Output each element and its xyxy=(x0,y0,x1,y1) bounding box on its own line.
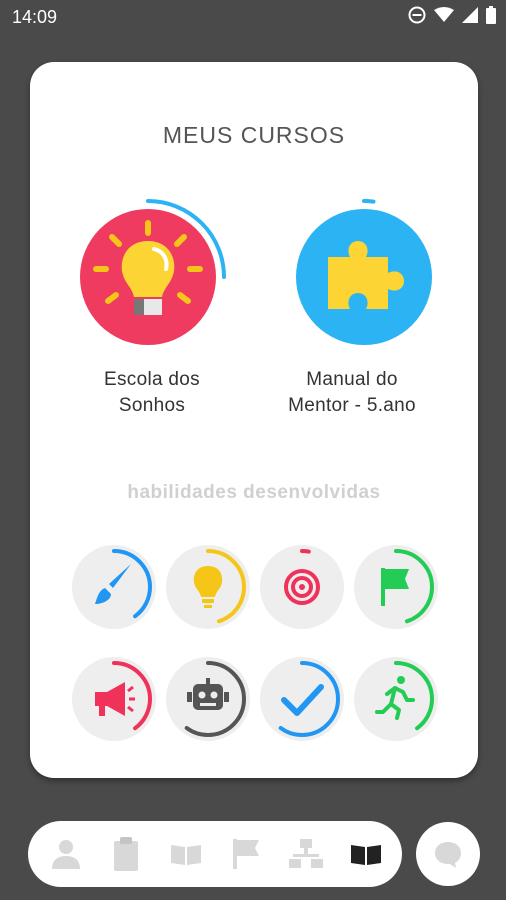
course-label: Escola dos Sonhos xyxy=(104,369,200,416)
do-not-disturb-icon xyxy=(408,6,426,24)
nav-tasks[interactable] xyxy=(107,835,145,873)
signal-icon xyxy=(462,7,478,23)
skill-action[interactable] xyxy=(351,654,441,744)
skill-creativity[interactable] xyxy=(163,542,253,632)
nav-courses[interactable] xyxy=(347,835,385,873)
puzzle-icon xyxy=(328,241,404,309)
skill-goals[interactable] xyxy=(351,542,441,632)
open-book-icon xyxy=(171,845,201,865)
skill-technology[interactable] xyxy=(163,654,253,744)
wifi-icon xyxy=(434,7,454,22)
flag-icon xyxy=(233,839,259,869)
course-label: Manual do Mentor - 5.ano xyxy=(288,369,416,416)
courses-card: MEUS CURSOS Escola dos Sonhos Manual do … xyxy=(30,62,478,778)
book-icon xyxy=(351,845,381,865)
status-icons xyxy=(408,6,496,24)
skill-communication[interactable] xyxy=(69,654,159,744)
nav-library[interactable] xyxy=(167,835,205,873)
bottom-nav xyxy=(28,821,402,887)
clipboard-icon xyxy=(114,837,138,871)
nav-profile[interactable] xyxy=(47,835,85,873)
skills-title: habilidades desenvolvidas xyxy=(127,482,381,503)
status-bar: 14:09 xyxy=(0,0,506,34)
skill-achievement[interactable] xyxy=(257,654,347,744)
network-icon xyxy=(289,839,323,868)
skill-art[interactable] xyxy=(69,542,159,632)
chat-bubble-icon xyxy=(435,842,461,868)
battery-icon xyxy=(486,6,496,24)
nav-network[interactable] xyxy=(287,835,325,873)
person-icon xyxy=(52,840,80,869)
card-title: MEUS CURSOS xyxy=(162,122,346,148)
status-time: 14:09 xyxy=(12,7,58,27)
chat-button[interactable] xyxy=(416,822,480,886)
skill-focus[interactable] xyxy=(257,542,347,632)
nav-goals[interactable] xyxy=(227,835,265,873)
course-escola-dos-sonhos[interactable]: Escola dos Sonhos xyxy=(57,197,247,419)
course-manual-do-mentor[interactable]: Manual do Mentor - 5.ano xyxy=(257,197,447,419)
lightbulb-icon xyxy=(93,220,203,315)
